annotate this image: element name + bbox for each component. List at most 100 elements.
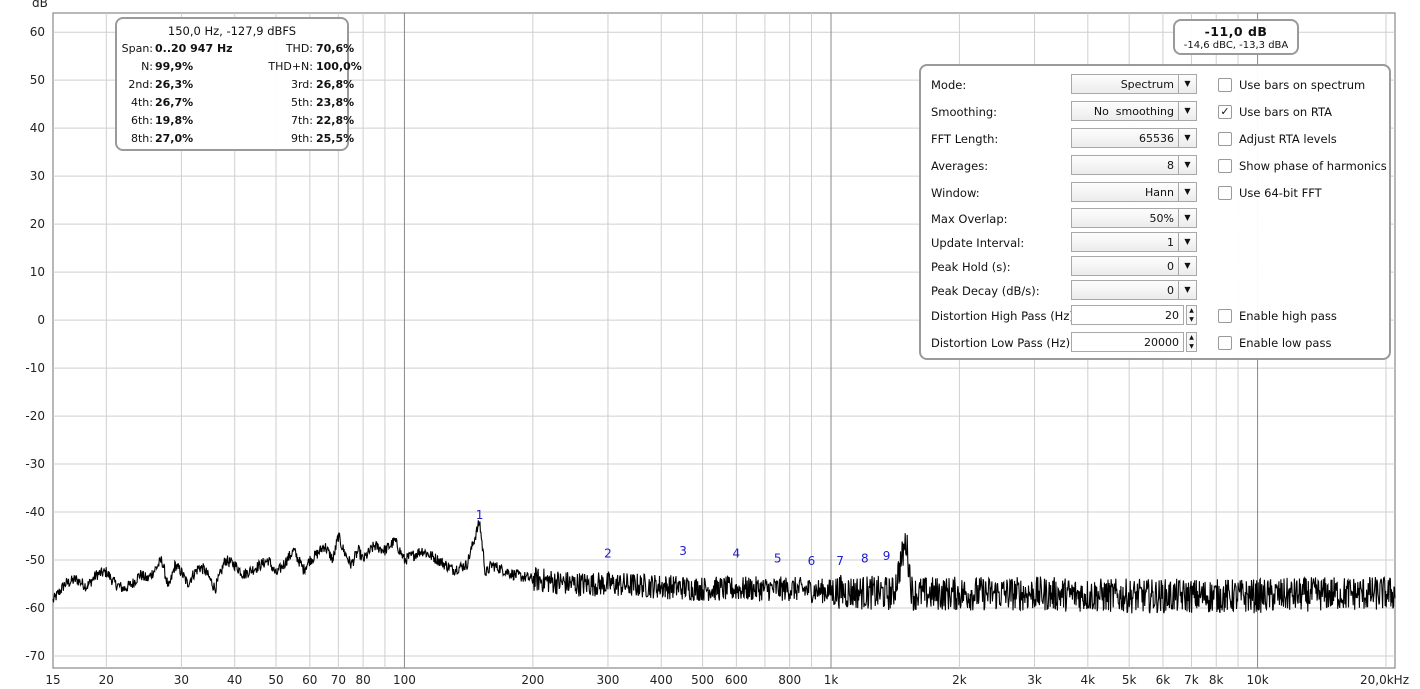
mode-value: Spectrum (1120, 78, 1174, 91)
chevron-down-icon[interactable]: ▼ (1178, 209, 1196, 227)
harmonic-marker-label: 8 (861, 551, 869, 565)
x-tick-label: 7k (1184, 673, 1199, 687)
y-tick-label: -30 (25, 457, 45, 471)
y-tick-label: 60 (30, 25, 45, 39)
y-tick-label: 30 (30, 169, 45, 183)
harmonic-marker-label: 3 (679, 544, 687, 558)
info-value: 23,8% (316, 96, 355, 109)
chevron-down-icon[interactable]: ▼ (1178, 102, 1196, 120)
update-interval-value: 1 (1167, 236, 1174, 249)
info-key: 5th: (291, 96, 313, 109)
update-interval-row: Update Interval: 1 ▼ (921, 232, 1389, 254)
bars-on-spectrum-checkbox[interactable] (1218, 78, 1232, 92)
peak-decay-label: Peak Decay (dB/s): (931, 284, 1040, 298)
harmonic-marker-label: 9 (883, 549, 891, 563)
peak-hold-row: Peak Hold (s): 0 ▼ (921, 256, 1389, 278)
bars-on-rta-checkbox[interactable]: ✓ (1218, 105, 1232, 119)
low-pass-input[interactable]: 20000 (1071, 332, 1184, 352)
phase-harmonics-label: Show phase of harmonics (1239, 159, 1387, 173)
y-tick-label: -50 (25, 553, 45, 567)
x-tick-label: 1k (824, 673, 839, 687)
chevron-down-icon[interactable]: ▼ (1178, 129, 1196, 147)
window-dropdown[interactable]: Hann ▼ (1071, 182, 1197, 202)
y-tick-label: -10 (25, 361, 45, 375)
peak-hold-label: Peak Hold (s): (931, 260, 1011, 274)
overlap-dropdown[interactable]: 50% ▼ (1071, 208, 1197, 228)
overlap-value: 50% (1149, 212, 1174, 225)
cursor-readout: 150,0 Hz, -127,9 dBFS (167, 24, 297, 38)
x-tick-label: 70 (331, 673, 346, 687)
high-pass-stepper[interactable]: 20 ▲ ▼ (1071, 305, 1197, 325)
info-row: 4th: 26,7% 5th: 23,8% (117, 96, 354, 111)
high-pass-input[interactable]: 20 (1071, 305, 1184, 325)
x-tick-label: 500 (691, 673, 714, 687)
low-pass-label: Distortion Low Pass (Hz): (931, 336, 1074, 350)
enable-low-pass-checkbox[interactable] (1218, 336, 1232, 350)
bars-on-rta-label: Use bars on RTA (1239, 105, 1332, 119)
x-tick-label: 100 (393, 673, 416, 687)
harmonic-marker-label: 6 (808, 554, 816, 568)
x-tick-label: 20,0kHz (1360, 673, 1409, 687)
fft-64bit-checkbox[interactable] (1218, 186, 1232, 200)
chevron-down-icon[interactable]: ▼ (1178, 75, 1196, 93)
chevron-down-icon[interactable]: ▼ (1178, 281, 1196, 299)
x-tick-label: 200 (521, 673, 544, 687)
info-value: 99,9% (155, 60, 194, 73)
window-label: Window: (931, 186, 980, 200)
analysis-settings-panel[interactable]: Mode: Spectrum ▼ Smoothing: No smoothing ▼… (919, 64, 1391, 360)
x-tick-label: 30 (174, 673, 189, 687)
x-tick-label: 400 (650, 673, 673, 687)
info-key: 4th: (131, 96, 153, 109)
info-key: THD+N: (268, 60, 313, 73)
chevron-down-icon[interactable]: ▼ (1178, 233, 1196, 251)
adjust-rta-label: Adjust RTA levels (1239, 132, 1337, 146)
info-value: 70,6% (316, 42, 355, 55)
enable-high-pass-label: Enable high pass (1239, 309, 1337, 323)
fft-64bit-label: Use 64-bit FFT (1239, 186, 1322, 200)
smoothing-label: Smoothing: (931, 105, 998, 119)
x-tick-label: 800 (778, 673, 801, 687)
update-interval-dropdown[interactable]: 1 ▼ (1071, 232, 1197, 252)
smoothing-dropdown[interactable]: No smoothing ▼ (1071, 101, 1197, 121)
y-tick-label: -40 (25, 505, 45, 519)
x-tick-label: 40 (227, 673, 242, 687)
mode-dropdown[interactable]: Spectrum ▼ (1071, 74, 1197, 94)
level-meter-panel: -11,0 dB -14,6 dBC, -13,3 dBA (1173, 19, 1299, 55)
info-value: 22,8% (316, 114, 355, 127)
x-tick-label: 50 (268, 673, 283, 687)
chevron-down-icon[interactable]: ▼ (1178, 156, 1196, 174)
chevron-down-icon[interactable]: ▼ (1178, 183, 1196, 201)
stepper-arrows-icon[interactable]: ▲ ▼ (1186, 332, 1197, 352)
info-value: 26,7% (155, 96, 194, 109)
info-key: Span: (121, 42, 153, 55)
info-value: 25,5% (316, 132, 355, 145)
y-tick-label: 0 (37, 313, 45, 327)
chevron-down-icon[interactable]: ▼ (1178, 257, 1196, 275)
info-value: 26,8% (316, 78, 355, 91)
phase-harmonics-checkbox[interactable] (1218, 159, 1232, 173)
fft-length-value: 65536 (1139, 132, 1174, 145)
info-value: 19,8% (155, 114, 194, 127)
low-pass-stepper[interactable]: 20000 ▲ ▼ (1071, 332, 1197, 352)
fft-length-dropdown[interactable]: 65536 ▼ (1071, 128, 1197, 148)
info-key: 6th: (131, 114, 153, 127)
peak-hold-dropdown[interactable]: 0 ▼ (1071, 256, 1197, 276)
info-key: THD: (285, 42, 313, 55)
bars-on-spectrum-label: Use bars on spectrum (1239, 78, 1366, 92)
harmonic-marker-label: 4 (733, 547, 741, 561)
adjust-rta-checkbox[interactable] (1218, 132, 1232, 146)
y-tick-label: 10 (30, 265, 45, 279)
high-pass-value: 20 (1165, 309, 1179, 322)
x-tick-label: 600 (725, 673, 748, 687)
overlap-row: Max Overlap: 50% ▼ (921, 208, 1389, 230)
stepper-arrows-icon[interactable]: ▲ ▼ (1186, 305, 1197, 325)
averages-dropdown[interactable]: 8 ▼ (1071, 155, 1197, 175)
fft-length-label: FFT Length: (931, 132, 999, 146)
enable-high-pass-checkbox[interactable] (1218, 309, 1232, 323)
info-key: 9th: (291, 132, 313, 145)
peak-decay-dropdown[interactable]: 0 ▼ (1071, 280, 1197, 300)
harmonic-marker-label: 7 (836, 554, 844, 568)
harmonic-info-panel[interactable]: 150,0 Hz, -127,9 dBFS Span: 0..20 947 Hz T… (115, 17, 362, 151)
info-key: 8th: (131, 132, 153, 145)
harmonic-marker-label: 5 (774, 551, 782, 565)
